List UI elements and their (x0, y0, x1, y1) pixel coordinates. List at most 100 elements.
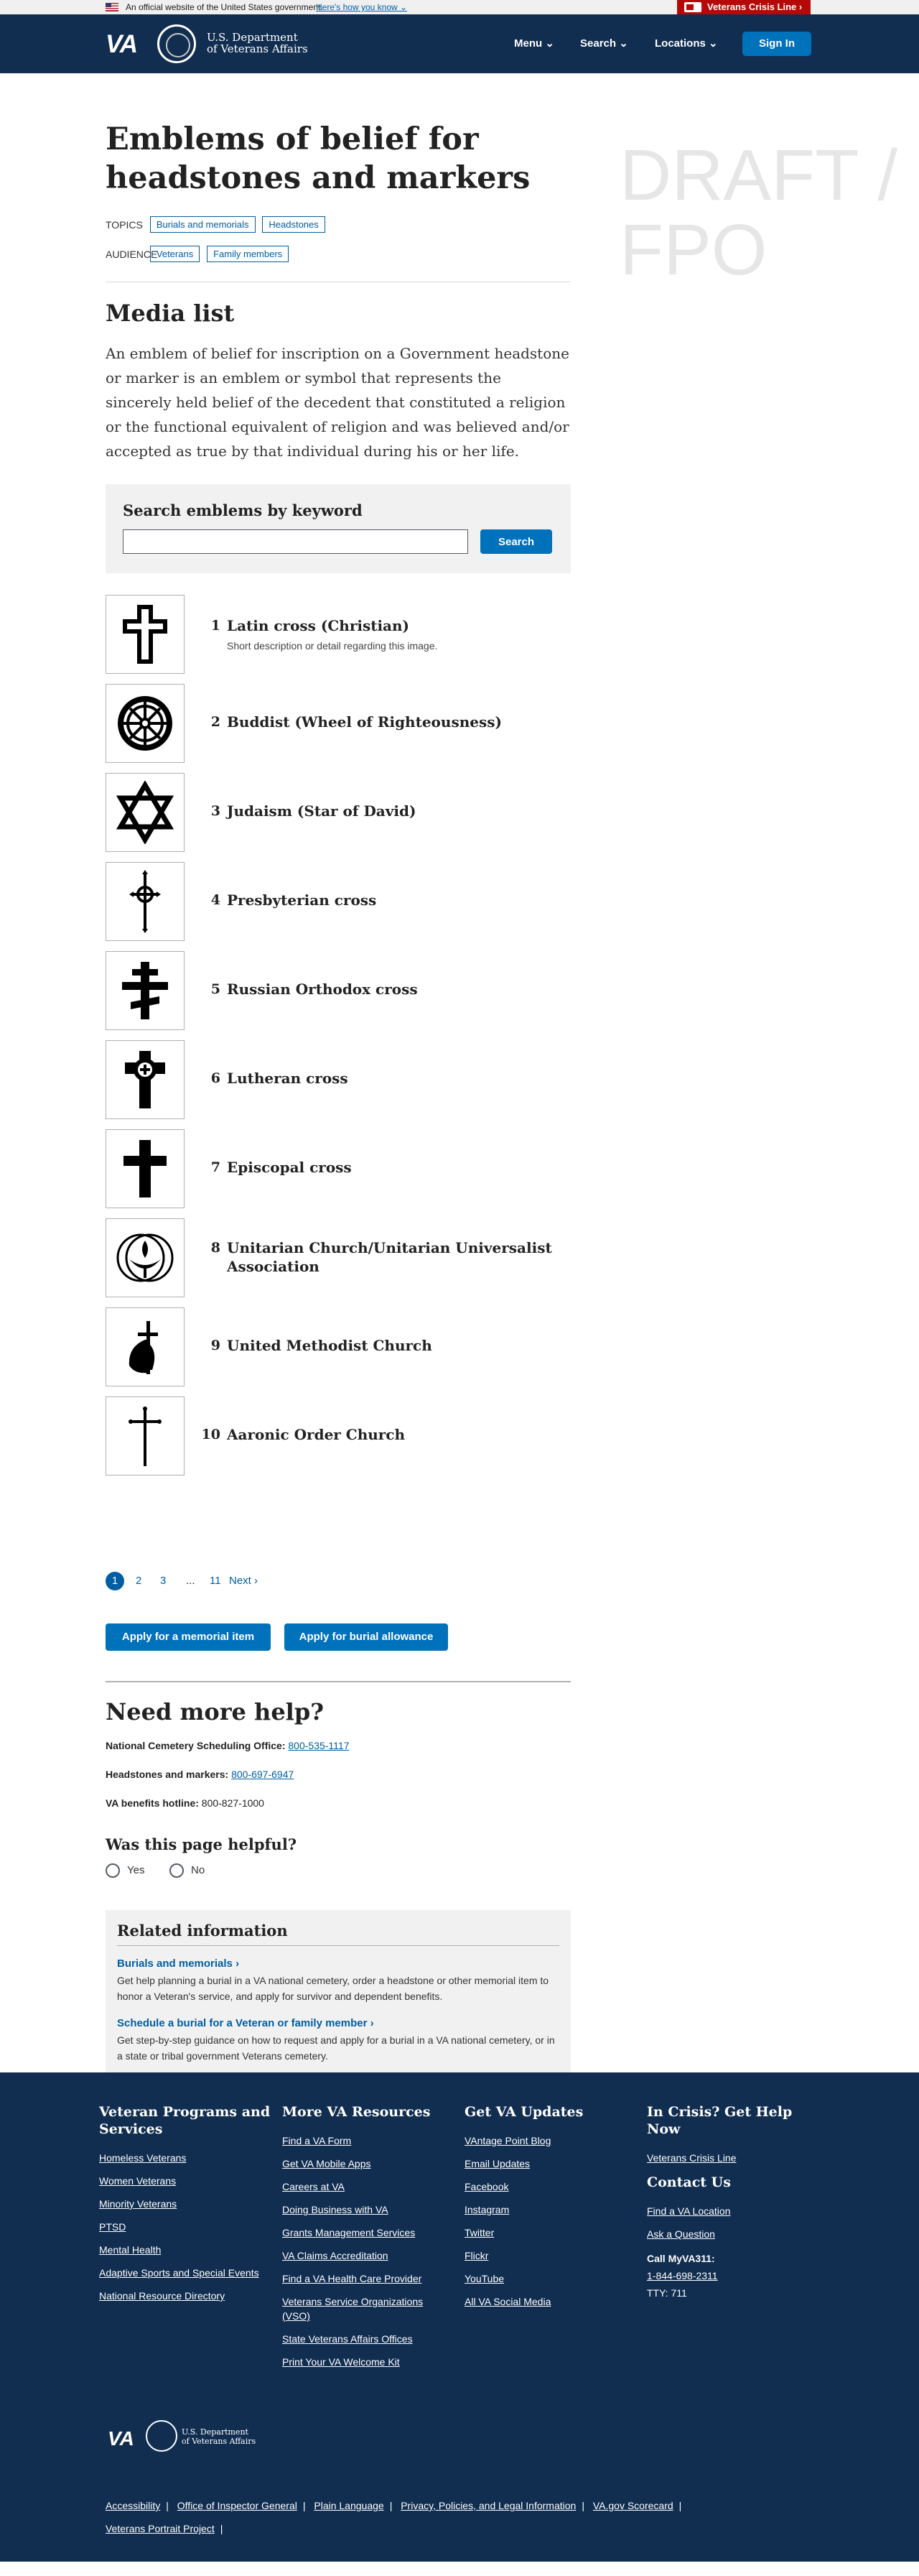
emblem-name[interactable]: Buddist (Wheel of Righteousness) (227, 713, 564, 731)
footer-link[interactable]: Facebook (465, 2179, 637, 2194)
footer-link[interactable]: Flickr (465, 2248, 637, 2263)
department-name: U.S. Department of Veterans Affairs (207, 31, 308, 55)
page-link[interactable]: 3 (160, 1575, 166, 1587)
footer-link[interactable]: Mental Health (99, 2243, 271, 2257)
emblem-thumbnail[interactable] (106, 773, 185, 852)
search-label: Search emblems by keyword (123, 501, 363, 519)
emblem-thumbnail[interactable] (106, 862, 185, 941)
footer-link[interactable]: Homeless Veterans (99, 2151, 271, 2165)
footer-link[interactable]: VAntage Point Blog (465, 2133, 637, 2148)
apply-burial-allowance-button[interactable]: Apply for burial allowance (284, 1623, 448, 1651)
locations-button[interactable]: Locations ⌄ (655, 37, 718, 50)
search-nav-button[interactable]: Search ⌄ (580, 37, 628, 50)
page-link[interactable]: 2 (136, 1575, 141, 1587)
page-current[interactable]: 1 (106, 1572, 124, 1590)
next-page-link[interactable]: Next › (229, 1575, 258, 1587)
emblem-item[interactable]: 3 Judaism (Star of David) (106, 773, 571, 852)
emblem-thumbnail[interactable] (106, 1040, 185, 1119)
footer-link[interactable]: Adaptive Sports and Special Events (99, 2266, 271, 2280)
footer-link[interactable]: National Resource Directory (99, 2289, 271, 2303)
call-number-link[interactable]: 1-844-698-2311 (647, 2269, 819, 2283)
emblem-item[interactable]: 9 United Methodist Church (106, 1307, 571, 1386)
footer-link[interactable]: Careers at VA (282, 2179, 440, 2194)
footer-bottom-link[interactable]: Privacy, Policies, and Legal Information (401, 2500, 576, 2511)
emblem-thumbnail[interactable] (106, 1396, 185, 1475)
chevron-down-icon: ⌄ (619, 37, 628, 50)
emblem-item[interactable]: 7 Episcopal cross (106, 1129, 571, 1208)
emblem-thumbnail[interactable] (106, 595, 185, 674)
emblem-name[interactable]: United Methodist Church (227, 1336, 564, 1355)
emblem-name[interactable]: Lutheran cross (227, 1069, 564, 1088)
related-link-burials[interactable]: Burials and memorials › (117, 1958, 559, 1970)
apply-memorial-item-button[interactable]: Apply for a memorial item (106, 1623, 271, 1651)
footer-link[interactable]: Grants Management Services (282, 2225, 440, 2240)
footer-bottom-link[interactable]: Plain Language (314, 2500, 383, 2511)
footer-link[interactable]: Find a VA Form (282, 2133, 440, 2148)
footer-crisis-line-link[interactable]: Veterans Crisis Line (647, 2151, 819, 2165)
emblem-thumbnail[interactable] (106, 1307, 185, 1386)
footer-link[interactable]: VA Claims Accreditation (282, 2248, 440, 2263)
footer-link[interactable]: All VA Social Media (465, 2294, 637, 2309)
page-link[interactable]: 11 (210, 1575, 221, 1587)
emblem-thumbnail[interactable] (106, 951, 185, 1030)
sign-in-button[interactable]: Sign In (742, 32, 811, 56)
emblem-item[interactable]: 8 Unitarian Church/Unitarian Universalis… (106, 1218, 571, 1297)
footer-link[interactable]: Veterans Service Organizations (VSO) (282, 2294, 440, 2323)
audience-tag[interactable]: Veterans (149, 246, 200, 262)
phone-link[interactable]: 800-697-6947 (231, 1769, 294, 1780)
search-button[interactable]: Search (480, 529, 552, 554)
phone-link[interactable]: 800-535-1117 (288, 1740, 349, 1751)
veterans-crisis-line-button[interactable]: Veterans Crisis Line › (677, 0, 811, 14)
footer-link[interactable]: YouTube (465, 2271, 637, 2286)
media-list-heading: Media list (106, 300, 235, 327)
emblem-item[interactable]: 4 Presbyterian cross (106, 862, 571, 941)
footer-link[interactable]: State Veterans Affairs Offices (282, 2332, 440, 2346)
emblem-name[interactable]: Episcopal cross (227, 1158, 564, 1177)
emblem-item[interactable]: 2 Buddist (Wheel of Righteousness) (106, 684, 571, 763)
emblem-search-input[interactable] (123, 529, 468, 554)
footer-link[interactable]: Get VA Mobile Apps (282, 2156, 440, 2171)
emblem-name[interactable]: Russian Orthodox cross (227, 980, 564, 999)
emblem-name[interactable]: Latin cross (Christian) (227, 616, 564, 635)
emblem-thumbnail[interactable] (106, 1129, 185, 1208)
emblem-name[interactable]: Unitarian Church/Unitarian Universalist … (227, 1238, 564, 1276)
emblem-thumbnail[interactable] (106, 684, 185, 763)
related-link-schedule-burial[interactable]: Schedule a burial for a Veteran or famil… (117, 2017, 559, 2029)
footer-link[interactable]: Find a VA Location (647, 2204, 819, 2218)
footer-link[interactable]: Twitter (465, 2225, 637, 2240)
footer-link[interactable]: Doing Business with VA (282, 2202, 440, 2217)
emblem-name[interactable]: Presbyterian cross (227, 891, 564, 909)
emblem-item[interactable]: 10 Aaronic Order Church (106, 1396, 571, 1475)
footer-link[interactable]: Minority Veterans (99, 2197, 271, 2211)
need-help-heading: Need more help? (106, 1698, 324, 1725)
official-site-text: An official website of the United States… (126, 2, 323, 12)
topic-tag[interactable]: Headstones (262, 216, 325, 233)
emblem-item[interactable]: 6 Lutheran cross (106, 1040, 571, 1119)
heres-how-you-know-link[interactable]: Here's how you know ⌄ (316, 2, 407, 12)
footer-link[interactable]: Ask a Question (647, 2227, 819, 2241)
menu-button[interactable]: Menu ⌄ (514, 37, 554, 50)
footer-link[interactable]: Women Veterans (99, 2174, 271, 2188)
footer-bottom-link[interactable]: Veterans Portrait Project (106, 2523, 215, 2534)
helpful-no-radio[interactable]: No (169, 1863, 205, 1878)
helpful-yes-radio[interactable]: Yes (106, 1863, 144, 1878)
footer-link[interactable]: PTSD (99, 2220, 271, 2234)
emblem-item[interactable]: 5 Russian Orthodox cross (106, 951, 571, 1030)
footer-bottom-link[interactable]: Office of Inspector General (177, 2500, 297, 2511)
footer-link[interactable]: Instagram (465, 2202, 637, 2217)
emblem-number: 5 (210, 981, 220, 997)
emblem-name[interactable]: Judaism (Star of David) (227, 802, 564, 820)
audience-tag[interactable]: Family members (207, 246, 289, 262)
footer-link[interactable]: Print Your VA Welcome Kit (282, 2355, 440, 2369)
footer-bottom-link[interactable]: Accessibility (106, 2500, 160, 2511)
footer-link[interactable]: Find a VA Health Care Provider (282, 2271, 440, 2286)
emblem-thumbnail[interactable] (106, 1218, 185, 1297)
footer-bottom-link[interactable]: VA.gov Scorecard (593, 2500, 673, 2511)
emblem-name[interactable]: Aaronic Order Church (227, 1425, 564, 1444)
va-logo[interactable]: VA (106, 30, 138, 59)
emblem-item[interactable]: 1 Latin cross (Christian) Short descript… (106, 595, 571, 674)
footer-link[interactable]: Email Updates (465, 2156, 637, 2171)
media-intro-text: An emblem of belief for inscription on a… (106, 345, 569, 460)
topic-tag[interactable]: Burials and memorials (149, 216, 256, 233)
footer-va-logo[interactable]: VA (108, 2427, 134, 2450)
